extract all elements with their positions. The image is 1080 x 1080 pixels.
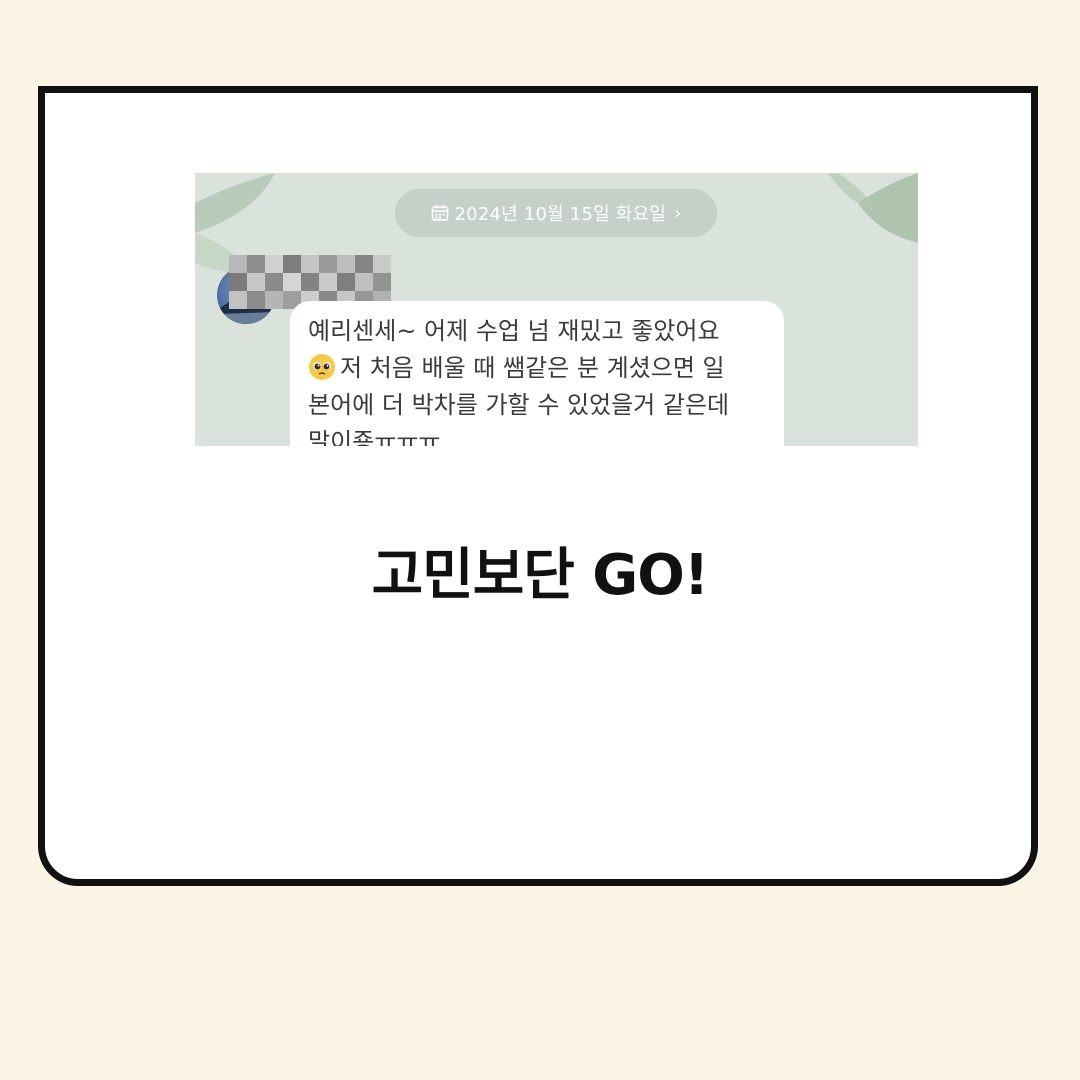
chat-screenshot: 2024년 10월 15일 화요일 › 예리센세~ 어제 수업 넘 재밌고 좋았… [195, 173, 918, 446]
message-text: 예리센세~ 어제 수업 넘 재밌고 좋았어요 저 처음 배울 때 쌤같은 분 계… [308, 313, 778, 446]
headline: 고민보단 GO! [371, 543, 710, 608]
date-pill[interactable]: 2024년 10월 15일 화요일 › [395, 189, 717, 237]
message-line: 예리센세~ 어제 수업 넘 재밌고 좋았어요 [308, 317, 720, 345]
leaf-decoration-right [828, 173, 918, 243]
date-label: 2024년 10월 15일 화요일 [454, 204, 667, 225]
pleading-face-emoji-icon [309, 354, 335, 380]
calendar-icon [431, 205, 448, 221]
message-line-with-emoji: 저 처음 배울 때 쌤같은 분 계셨으면 일 [308, 350, 778, 387]
message-line: 말이죵ㅠㅠㅠ [308, 428, 441, 446]
chevron-right-icon: › [674, 202, 682, 224]
message-line: 저 처음 배울 때 쌤같은 분 계셨으면 일 [340, 354, 725, 382]
message-line: 본어에 더 박차를 가할 수 있었을거 같은데 [308, 391, 730, 419]
